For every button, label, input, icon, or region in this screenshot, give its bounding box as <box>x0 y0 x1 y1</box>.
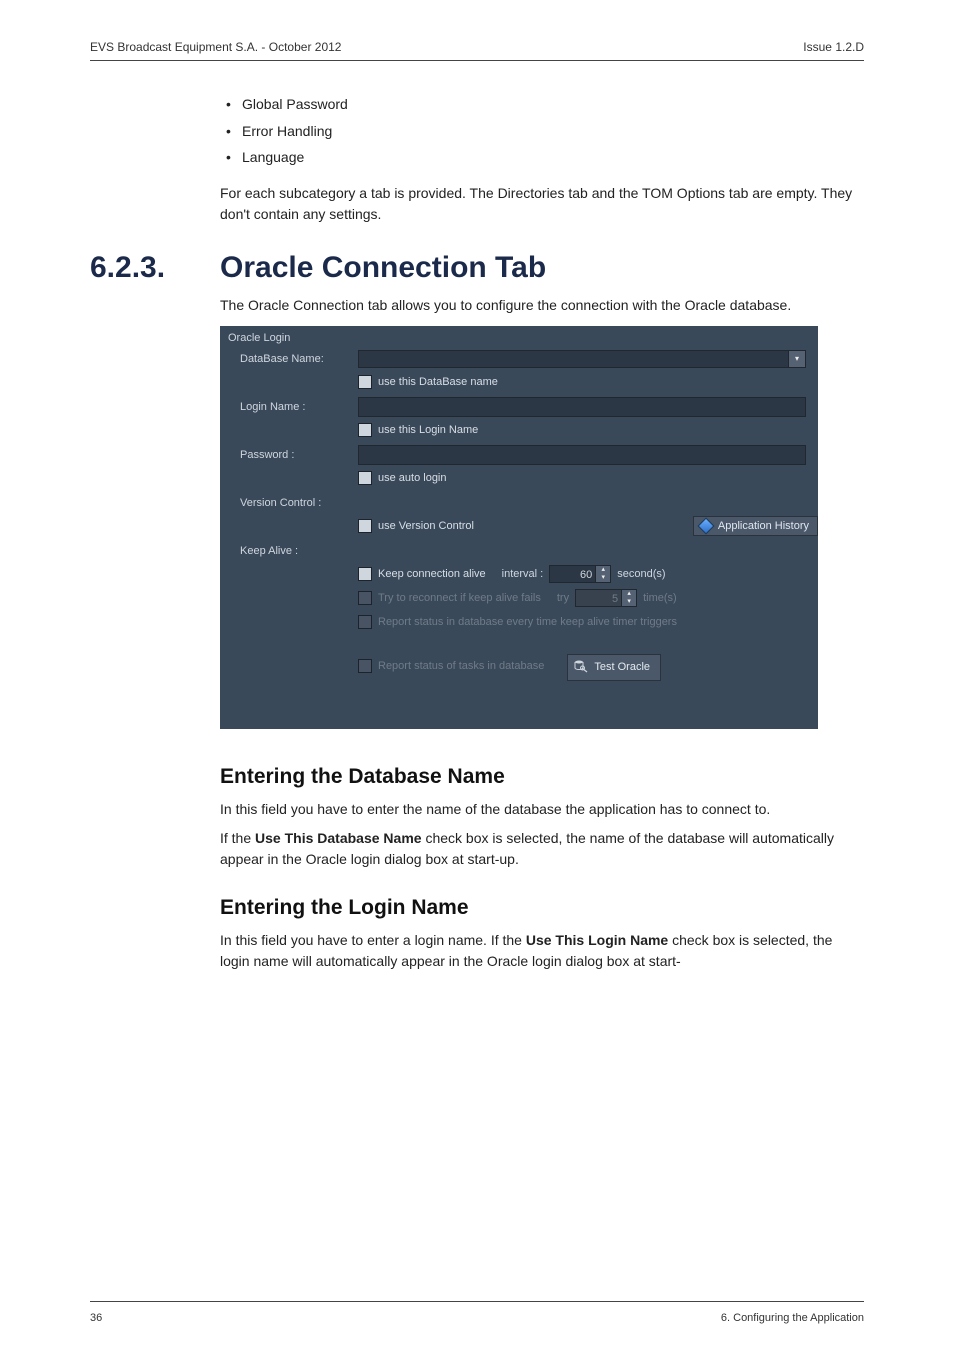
try-label: try <box>557 592 569 604</box>
try-reconnect-label: Try to reconnect if keep alive fails <box>378 592 541 604</box>
chevron-down-icon[interactable]: ▾ <box>789 350 806 368</box>
database-name-combo[interactable]: ▾ <box>358 350 806 368</box>
test-oracle-label: Test Oracle <box>594 661 650 673</box>
group-title: Oracle Login <box>220 326 818 348</box>
subheading-login-name: Entering the Login Name <box>220 896 864 920</box>
interval-value: 60 <box>549 565 596 583</box>
diamond-icon <box>697 517 714 534</box>
page-number: 36 <box>90 1312 102 1324</box>
database-name-label: DataBase Name: <box>240 353 358 365</box>
header-left: EVS Broadcast Equipment S.A. - October 2… <box>90 40 341 54</box>
keep-connection-label: Keep connection alive <box>378 568 486 580</box>
use-login-checkbox[interactable] <box>358 423 372 437</box>
footer-chapter: 6. Configuring the Application <box>721 1312 864 1324</box>
body-paragraph: If the Use This Database Name check box … <box>220 828 864 870</box>
version-control-label: Version Control : <box>240 497 321 509</box>
spin-down-icon[interactable]: ▾ <box>622 598 636 606</box>
use-version-label: use Version Control <box>378 520 474 532</box>
try-unit: time(s) <box>643 592 677 604</box>
report-tasks-label: Report status of tasks in database <box>378 660 544 672</box>
bullet-item: Error Handling <box>220 118 864 145</box>
section-number: 6.2.3. <box>90 251 220 285</box>
body-paragraph: For each subcategory a tab is provided. … <box>220 183 864 225</box>
keep-connection-checkbox[interactable] <box>358 567 372 581</box>
try-value: 5 <box>575 589 622 607</box>
oracle-login-screenshot: Oracle Login DataBase Name: ▾ use this D… <box>220 326 818 729</box>
spin-up-icon[interactable]: ▴ <box>596 566 610 574</box>
login-name-label: Login Name : <box>240 401 358 413</box>
use-database-checkbox[interactable] <box>358 375 372 389</box>
try-reconnect-checkbox[interactable] <box>358 591 372 605</box>
header-right: Issue 1.2.D <box>803 40 864 54</box>
interval-unit: second(s) <box>617 568 665 580</box>
report-trigger-checkbox[interactable] <box>358 615 372 629</box>
report-trigger-label: Report status in database every time kee… <box>378 616 677 628</box>
use-version-checkbox[interactable] <box>358 519 372 533</box>
bullet-item: Global Password <box>220 91 864 118</box>
spin-down-icon[interactable]: ▾ <box>596 574 610 582</box>
body-paragraph: In this field you have to enter the name… <box>220 799 864 820</box>
use-autologin-checkbox[interactable] <box>358 471 372 485</box>
interval-spinner[interactable]: 60 ▴▾ <box>549 565 611 583</box>
section-intro: The Oracle Connection tab allows you to … <box>220 295 864 316</box>
password-label: Password : <box>240 449 358 461</box>
test-oracle-button[interactable]: Test Oracle <box>567 654 661 681</box>
password-field[interactable] <box>358 445 806 465</box>
keep-alive-label: Keep Alive : <box>240 545 298 557</box>
use-autologin-label: use auto login <box>378 472 447 484</box>
subheading-database-name: Entering the Database Name <box>220 765 864 789</box>
application-history-label: Application History <box>718 520 809 532</box>
database-icon <box>574 659 588 676</box>
report-tasks-checkbox[interactable] <box>358 659 372 673</box>
interval-label: interval : <box>502 568 544 580</box>
try-spinner[interactable]: 5 ▴▾ <box>575 589 637 607</box>
use-database-label: use this DataBase name <box>378 376 498 388</box>
application-history-button[interactable]: Application History <box>693 516 818 536</box>
spin-up-icon[interactable]: ▴ <box>622 590 636 598</box>
footer-rule <box>90 1301 864 1302</box>
use-login-label: use this Login Name <box>378 424 478 436</box>
bullet-list: Global Password Error Handling Language <box>220 91 864 171</box>
body-paragraph: In this field you have to enter a login … <box>220 930 864 972</box>
login-name-field[interactable] <box>358 397 806 417</box>
bullet-item: Language <box>220 144 864 171</box>
section-title: Oracle Connection Tab <box>220 251 546 285</box>
